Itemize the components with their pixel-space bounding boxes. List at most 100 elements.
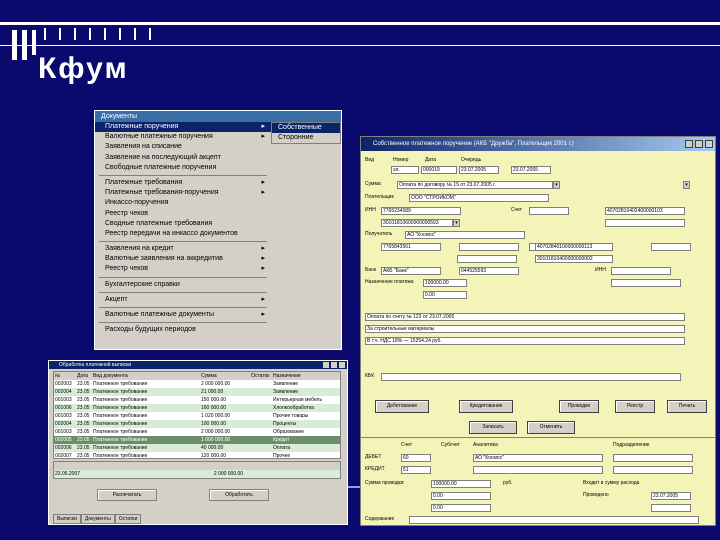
table-row[interactable]: 002003 23.05 Платежное требование 2 000 000…	[54, 380, 340, 388]
print-statement-button[interactable]: Распечатать	[97, 489, 157, 501]
cancel-button[interactable]: Отменить	[527, 421, 575, 434]
submenu-item[interactable]: Сторонние	[272, 133, 340, 143]
payee-ks-field[interactable]: 30101810400000000002	[535, 255, 613, 263]
menu-item[interactable]: Расходы будущих периодов	[95, 325, 271, 335]
menu-separator	[99, 276, 267, 278]
form-action-button[interactable]: Печать	[667, 400, 707, 413]
menu-item[interactable]: Платежные требования ▸	[95, 178, 271, 188]
payee-bank-field[interactable]: АКБ "Банк"	[381, 267, 441, 275]
payee-inn2-field[interactable]	[611, 267, 671, 275]
basis-field[interactable]: Оплата по договору № 15 от 23.07.2005 г.	[397, 181, 553, 189]
payer-bank-field[interactable]: 30101810600000000593	[381, 219, 453, 227]
posting-val4-field[interactable]	[651, 504, 691, 512]
amount-field[interactable]: 100000.00	[423, 279, 467, 287]
documents-grid[interactable]: № Дата Вид документа Сумма Остаток Назначение…	[53, 371, 341, 459]
menu-item[interactable]: Валютные заявления на аккредитив ▸	[95, 254, 271, 264]
posting-sum-field[interactable]: 100000.00	[431, 480, 491, 488]
menu-item[interactable]: Свободные платежные поручения	[95, 163, 271, 173]
priority-field[interactable]: 23.07.2005	[511, 166, 551, 174]
posted-date-field[interactable]: 23.07.2005	[651, 492, 691, 500]
menu-item[interactable]: Инкассо-поручения	[95, 198, 271, 208]
kbk-field[interactable]	[381, 373, 681, 381]
debit-division-field[interactable]	[613, 454, 693, 462]
close-button[interactable]	[339, 362, 345, 368]
payer-acc-small-field[interactable]	[529, 207, 569, 215]
table-row[interactable]: 002007 23.05 Платежное требование 120 000.0…	[54, 452, 340, 460]
menu-item-label: Платежные требования	[105, 178, 183, 186]
payer-ks-field[interactable]	[605, 219, 685, 227]
note-field[interactable]	[409, 516, 699, 524]
basis-dropdown-2[interactable]: ▾	[683, 181, 690, 189]
table-row[interactable]: 002004 23.05 Платежное требование 100 000.0…	[54, 420, 340, 428]
menu-item-label: Валютные платежные поручения	[105, 133, 213, 141]
save-button[interactable]: Записать	[469, 421, 517, 434]
statement-tab[interactable]: Выписки	[53, 514, 81, 524]
nds-field[interactable]: 0.00	[423, 291, 467, 299]
posting-val3-field[interactable]: 0.00	[431, 504, 491, 512]
menu-item[interactable]: Реестр передачи на инкассо документов	[95, 229, 271, 239]
menu-bar-documents[interactable]: Документы	[95, 111, 341, 122]
purpose-line-2[interactable]: За строительные материалы	[365, 325, 685, 333]
submenu-item[interactable]: Собственные	[272, 123, 340, 133]
type-field[interactable]: эл.	[391, 166, 419, 174]
payer-bank-dropdown[interactable]: ▾	[453, 219, 460, 227]
payment-order-titlebar: Собственное платежное поручение (АКБ "Др…	[361, 137, 715, 151]
sub-grid-row[interactable]: 23.05.2007 2 000 000.00	[54, 470, 340, 478]
number-field[interactable]: 000019	[421, 166, 457, 174]
menu-item[interactable]: Валютные платежные поручения ▸	[95, 132, 271, 142]
form-minimize-button[interactable]	[685, 140, 693, 148]
payee-acc-field[interactable]: 40702840100000000113	[535, 243, 613, 251]
menu-item[interactable]: Сводные платежные требования	[95, 219, 271, 229]
process-statement-button[interactable]: Обработать	[209, 489, 269, 501]
form-maximize-button[interactable]	[695, 140, 703, 148]
table-row[interactable]: 001003 23.05 Платежное требование 150 000.0…	[54, 396, 340, 404]
purpose-line-3[interactable]: В т.ч. НДС 18% — 15254.24 руб.	[365, 337, 685, 345]
menu-item[interactable]: Платежные поручения ▸	[95, 122, 271, 133]
table-row[interactable]: 001003 23.05 Платежное требование 2 000 000…	[54, 428, 340, 436]
form-close-button[interactable]	[705, 140, 713, 148]
form-action-button[interactable]: Дебетование	[375, 400, 429, 413]
purpose-line-1[interactable]: Оплата по счету № 123 от 23.07.2005	[365, 313, 685, 321]
menu-item[interactable]: Реестр чеков ▸	[95, 264, 271, 274]
form-action-button[interactable]: Кредитование	[459, 400, 513, 413]
payer-field[interactable]: ООО "СТРОЙКОМ"	[409, 194, 549, 202]
payee-bik-field[interactable]: 044525593	[459, 267, 519, 275]
payee-inn-field[interactable]: 7765843561	[381, 243, 441, 251]
menu-item[interactable]: Реестр чеков	[95, 209, 271, 219]
table-row[interactable]: 002006 23.05 Платежное требование 40 000.00…	[54, 444, 340, 452]
payee-extra-field[interactable]	[651, 243, 691, 251]
statement-tab[interactable]: Документы	[80, 514, 115, 524]
credit-analytic-field[interactable]	[473, 466, 603, 474]
statement-tab[interactable]: Остатки	[114, 514, 142, 524]
menu-item[interactable]: Заявления на списание	[95, 142, 271, 152]
table-row[interactable]: 001003 23.05 Платежное требование 1 020 000…	[54, 412, 340, 420]
document-status-field[interactable]	[611, 279, 681, 287]
grid-cell: 23.05	[77, 421, 90, 427]
menu-item[interactable]: Заявление на последующий акцепт	[95, 153, 271, 163]
minimize-button[interactable]	[323, 362, 329, 368]
payee-bank-name-field[interactable]	[457, 255, 517, 263]
menu-item[interactable]: Акцепт ▸	[95, 295, 271, 305]
debit-acc-field[interactable]: 60	[401, 454, 431, 462]
payee-field[interactable]: АО "Космос"	[405, 231, 525, 239]
form-action-button[interactable]: Реестр	[615, 400, 655, 413]
table-row[interactable]: 001006 23.05 Платежное требование 160 000.0…	[54, 404, 340, 412]
date-field[interactable]: 23.07.2005	[459, 166, 499, 174]
credit-acc-field[interactable]: 51	[401, 466, 431, 474]
menu-item[interactable]: Платежные требования-поручения ▸	[95, 188, 271, 198]
maximize-button[interactable]	[331, 362, 337, 368]
credit-division-field[interactable]	[613, 466, 693, 474]
table-row[interactable]: 002004 23.05 Платежное требование 21 000.00…	[54, 388, 340, 396]
debit-analytic-field[interactable]: АО "Космос"	[473, 454, 603, 462]
menu-item[interactable]: Заявления на кредит ▸	[95, 244, 271, 254]
form-action-button[interactable]: Проводки	[559, 400, 599, 413]
basis-dropdown[interactable]: ▾	[553, 181, 560, 189]
menu-item[interactable]: Бухгалтерские справки	[95, 280, 271, 290]
payer-inn-field[interactable]: 7765234589	[381, 207, 461, 215]
payee-kpp-field[interactable]	[459, 243, 519, 251]
posting-val2-field[interactable]: 0.00	[431, 492, 491, 500]
table-row[interactable]: 002005 23.05 Платежное требование 1 000 000…	[54, 436, 340, 444]
payer-acc-field[interactable]: 40702810402400000103	[605, 207, 685, 215]
menu-item[interactable]: Валютные платежные документы ▸	[95, 310, 271, 320]
sub-grid[interactable]: 23.05.2007 2 000 000.00	[53, 461, 341, 479]
